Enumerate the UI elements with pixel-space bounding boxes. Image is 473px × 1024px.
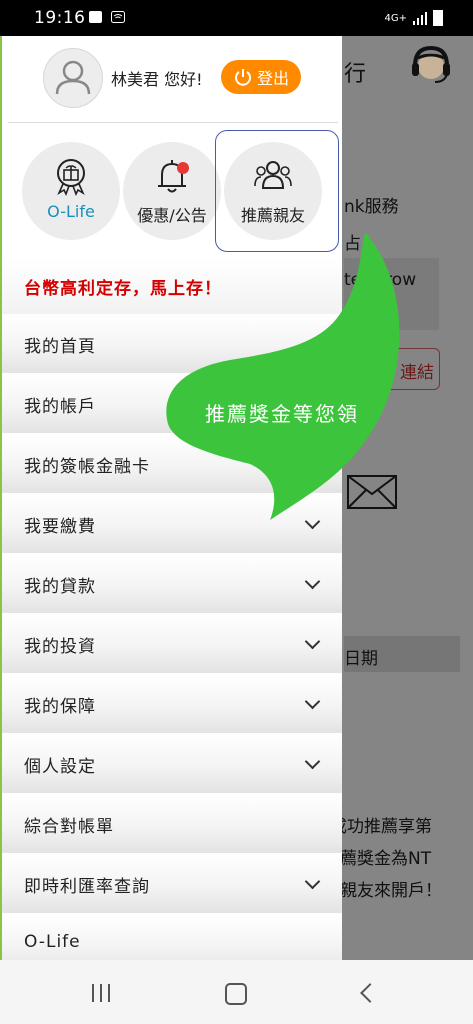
status-time: 19:16: [34, 8, 86, 28]
avatar[interactable]: [43, 48, 103, 108]
menu-item-insurance[interactable]: 我的保障: [2, 674, 342, 734]
wifi-icon: [111, 11, 125, 23]
menu-item-settings[interactable]: 個人設定: [2, 734, 342, 794]
menu-item-investments[interactable]: 我的投資: [2, 614, 342, 674]
bell-icon: [158, 160, 189, 193]
customer-service-icon[interactable]: [409, 44, 453, 86]
menu-item-label: 我的首頁: [24, 337, 96, 357]
back-button[interactable]: [360, 983, 380, 1003]
leaf-callout-text: 推薦獎金等您領: [205, 402, 359, 426]
network-type-label: 4G+: [384, 12, 408, 24]
menu-item-label: 我的投資: [24, 637, 96, 657]
header-divider: [8, 122, 338, 123]
menu-item-label: 我要繳費: [24, 517, 96, 537]
logout-button[interactable]: 登出: [221, 60, 301, 94]
menu-item-label: 我的帳戶: [24, 397, 96, 417]
gift-badge-icon: [57, 159, 85, 196]
chevron-down-icon: [304, 693, 321, 710]
gallery-notification-icon: [89, 11, 102, 23]
menu-item-label: O-Life: [24, 932, 81, 952]
user-icon: [55, 60, 91, 95]
menu-item-label: 綜合對帳單: [24, 817, 114, 837]
menu-item-statement[interactable]: 綜合對帳單: [2, 794, 342, 854]
quick-link-olife[interactable]: O-Life: [22, 142, 120, 240]
status-right-group: 4G+: [384, 10, 443, 26]
menu-item-label: 我的簽帳金融卡: [24, 457, 150, 477]
menu-item-label: 即時利匯率查詢: [24, 877, 150, 897]
menu-item-loans[interactable]: 我的貸款: [2, 554, 342, 614]
recent-apps-button[interactable]: [92, 984, 110, 1002]
status-bar: 19:16 4G+: [0, 0, 473, 36]
user-header: 林美君 您好! 登出: [2, 36, 342, 122]
signal-icon: [413, 11, 427, 25]
user-greeting: 林美君 您好!: [111, 70, 203, 89]
power-icon: [235, 69, 251, 86]
chevron-down-icon: [304, 573, 321, 590]
menu-item-label: 個人設定: [24, 757, 96, 777]
system-nav-bar: [0, 960, 473, 1024]
notification-badge: [177, 162, 189, 174]
menu-item-label: 我的保障: [24, 697, 96, 717]
logout-label: 登出: [256, 69, 289, 88]
menu-item-label: 我的貸款: [24, 577, 96, 597]
home-button[interactable]: [225, 983, 247, 1005]
menu-item-olife[interactable]: O-Life: [2, 914, 342, 960]
leaf-callout-shape: [166, 232, 400, 520]
chevron-down-icon: [304, 873, 321, 890]
chevron-down-icon: [304, 753, 321, 770]
battery-icon: [433, 10, 443, 26]
chevron-down-icon: [304, 633, 321, 650]
menu-item-rates[interactable]: 即時利匯率查詢: [2, 854, 342, 914]
